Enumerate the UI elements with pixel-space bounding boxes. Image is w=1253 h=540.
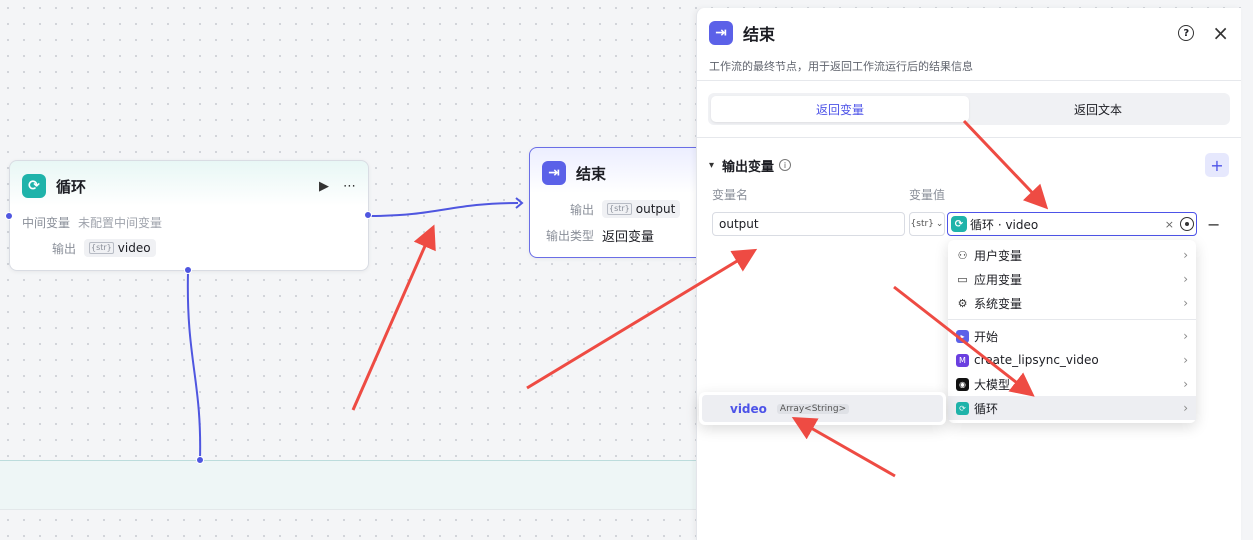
loop-variables-submenu: video Array<String> (699, 392, 946, 425)
tab-return-variable[interactable]: 返回变量 (711, 96, 969, 122)
end-node-title: 结束 (576, 164, 607, 183)
menu-item-create-lipsync-video[interactable]: M create_lipsync_video › (948, 348, 1196, 372)
target-icon[interactable] (1180, 217, 1194, 231)
add-variable-button[interactable]: + (1205, 153, 1229, 177)
string-type-icon: {str} (607, 203, 632, 215)
submenu-variable-name: video (730, 401, 767, 416)
submenu-item-video[interactable]: video Array<String> (702, 395, 943, 422)
end-output-type-value: 返回变量 (602, 229, 655, 245)
variable-name-input[interactable] (712, 212, 905, 236)
loop-input-port[interactable] (5, 212, 13, 220)
intermediate-var-label: 中间变量 (22, 215, 71, 230)
chevron-right-icon: › (1183, 353, 1188, 367)
end-icon: ⇥ (542, 161, 566, 185)
tab-return-text[interactable]: 返回文本 (969, 96, 1227, 122)
loop-node-title: 循环 (56, 177, 87, 196)
user-icon: ⚇ (957, 248, 968, 262)
selected-variable: 循环 · video (970, 217, 1039, 232)
panel-title: 结束 (743, 25, 776, 44)
loop-node-icon: ⟳ (956, 401, 969, 415)
end-output-type-label: 输出类型 (545, 228, 594, 243)
variable-type-select[interactable]: {str} ⌄ (909, 212, 945, 236)
column-value-header: 变量值 (909, 187, 946, 202)
end-icon: ⇥ (709, 21, 733, 45)
chevron-right-icon: › (1183, 329, 1188, 343)
info-icon[interactable]: i (779, 159, 792, 171)
chevron-right-icon: › (1183, 377, 1188, 391)
loop-output-chip: {str} video (84, 239, 156, 257)
submenu-variable-type: Array<String> (776, 403, 850, 414)
menu-item-loop[interactable]: ⟳ 循环 › (948, 396, 1196, 420)
loop-icon: ⟳ (22, 174, 46, 198)
loop-body-end-port[interactable] (196, 456, 204, 464)
variable-source-dropdown: ⚇ 用户变量 › ▭ 应用变量 › ⚙ 系统变量 › ▸ 开始 › M create_l… (948, 240, 1196, 423)
loop-output-label: 输出 (51, 241, 76, 256)
chevron-right-icon: › (1183, 248, 1188, 262)
string-type-icon: {str} (89, 242, 114, 254)
menu-item-app-variables[interactable]: ▭ 应用变量 › (948, 267, 1196, 291)
start-node-icon: ▸ (956, 329, 969, 343)
help-icon[interactable]: ? (1178, 25, 1195, 41)
more-icon[interactable]: ⋯ (343, 179, 356, 194)
chevron-right-icon: › (1183, 296, 1188, 310)
divider (697, 137, 1241, 138)
remove-variable-button[interactable]: − (1207, 215, 1220, 234)
chevron-right-icon: › (1183, 272, 1188, 286)
menu-item-user-variables[interactable]: ⚇ 用户变量 › (948, 243, 1196, 267)
close-icon[interactable]: × (1212, 23, 1229, 43)
variable-value-select[interactable]: ⟳ 循环 · video × (947, 212, 1197, 236)
menu-item-llm[interactable]: ◉ 大模型 › (948, 372, 1196, 396)
loop-body-area (0, 460, 700, 510)
chevron-right-icon: › (1183, 401, 1188, 415)
menu-item-system-variables[interactable]: ⚙ 系统变量 › (948, 291, 1196, 315)
collapse-chevron-icon[interactable]: ▾ (709, 160, 714, 171)
intermediate-var-value: 未配置中间变量 (78, 215, 163, 230)
llm-icon: ◉ (956, 377, 969, 391)
divider (697, 80, 1241, 81)
menu-item-start[interactable]: ▸ 开始 › (948, 324, 1196, 348)
end-output-chip: {str} output (602, 200, 681, 218)
clear-icon[interactable]: × (1165, 218, 1174, 231)
loop-icon: ⟳ (951, 216, 967, 232)
gear-icon: ⚙ (957, 296, 968, 310)
end-output-label: 输出 (569, 202, 594, 217)
run-icon[interactable]: ▶ (319, 179, 329, 194)
loop-output-port[interactable] (364, 211, 372, 219)
return-mode-tabs: 返回变量 返回文本 (708, 93, 1230, 125)
loop-node[interactable]: ⟳ 循环 ▶ ⋯ 中间变量 未配置中间变量 输出 {str} video (9, 160, 369, 271)
panel-description: 工作流的最终节点，用于返回工作流运行后的结果信息 (709, 60, 973, 73)
folder-icon: ▭ (957, 272, 968, 286)
column-name-header: 变量名 (712, 187, 749, 202)
end-node[interactable]: ⇥ 结束 输出 {str} output 输出类型 返回变量 (529, 147, 709, 258)
loop-body-port[interactable] (184, 266, 192, 274)
section-title: 输出变量 (722, 159, 775, 175)
plugin-icon: M (956, 353, 969, 367)
divider (948, 319, 1196, 320)
